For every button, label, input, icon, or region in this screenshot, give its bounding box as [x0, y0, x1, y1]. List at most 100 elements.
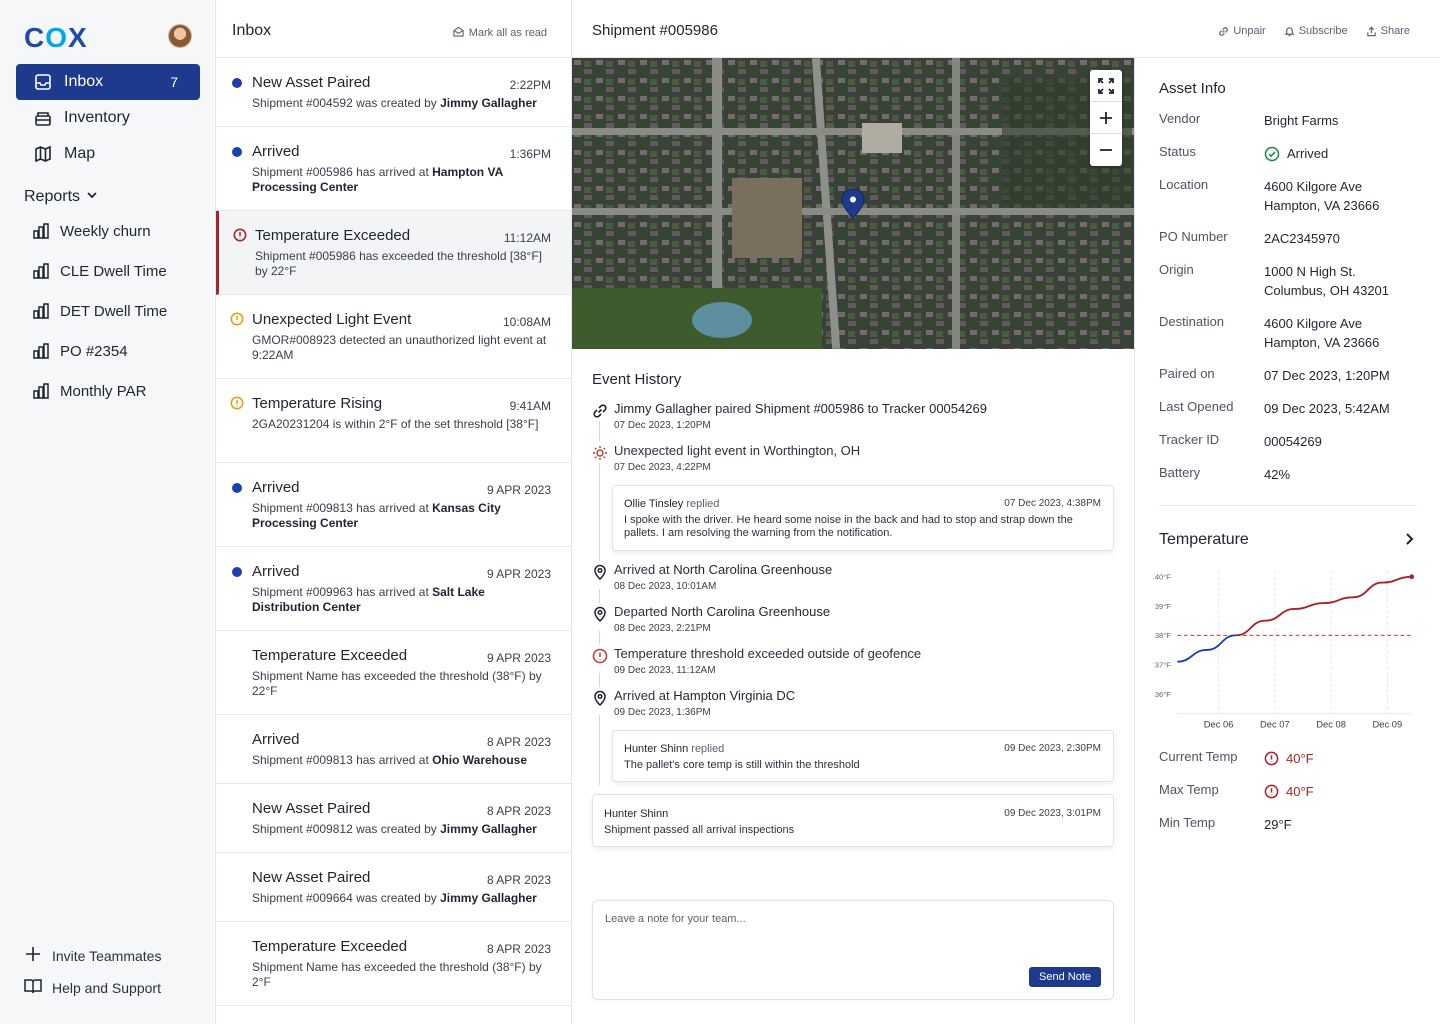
location-pin-icon [592, 690, 608, 707]
kv-key: Paired on [1159, 366, 1215, 381]
inbox-message[interactable]: Arrived 1:36PM Shipment #005986 has arrive… [216, 127, 571, 211]
inbox-message[interactable]: New Asset Paired 2:22PM Shipment #004592 w… [216, 58, 571, 127]
inbox-message[interactable]: Temperature Exceeded 11:12AM Shipment #005… [216, 211, 571, 295]
report-item-det-dwell[interactable]: DET Dwell Time [32, 302, 167, 320]
inbox-message[interactable]: New Asset Paired 8 APR 2023 Shipment #0096… [216, 853, 571, 922]
report-label: PO #2354 [60, 342, 128, 360]
message-title: Temperature Exceeded [252, 938, 408, 955]
message-text: Shipment Name has exceeded the threshold… [252, 960, 542, 989]
zoom-out-button[interactable] [1090, 134, 1122, 166]
nav-map[interactable]: Map [16, 136, 200, 172]
chevron-right-icon [1406, 533, 1414, 545]
help-support-link[interactable]: Help and Support [24, 977, 161, 998]
message-highlight: Ohio Warehouse [432, 753, 528, 767]
note-textarea[interactable]: Leave a note for your team... Send Note [592, 900, 1114, 1000]
zoom-in-button[interactable] [1090, 102, 1122, 134]
event-verb: paired [711, 401, 755, 416]
shipment-map[interactable] [572, 58, 1134, 349]
message-body: Shipment #009963 has arrived at Salt Lak… [252, 585, 553, 615]
package-icon [34, 109, 52, 127]
subscribe-button[interactable]: Subscribe [1284, 25, 1348, 37]
send-note-button[interactable]: Send Note [1029, 967, 1101, 987]
nav-inventory[interactable]: Inventory [16, 100, 200, 136]
kv-value: Bright Farms [1264, 113, 1339, 128]
inbox-title: Inbox [232, 22, 272, 39]
help-label: Help and Support [52, 979, 161, 996]
shipment-detail: Shipment #005986 Unpair Subscribe Share [572, 0, 1440, 1024]
kv-value-line2: Hampton, VA 23666 [1264, 335, 1380, 350]
inbox-message[interactable]: Arrived 8 APR 2023 Shipment #009813 has ar… [216, 715, 571, 784]
user-avatar[interactable] [168, 24, 192, 48]
event-shipment: Shipment #005986 [754, 401, 865, 416]
series-line-above-threshold [1235, 575, 1412, 637]
message-text: Shipment #005986 has arrived at [252, 165, 433, 179]
location-pin-icon [592, 564, 608, 581]
report-item-po-2354[interactable]: PO #2354 [32, 342, 128, 360]
message-title: New Asset Paired [252, 800, 371, 817]
nav-inbox[interactable]: Inbox 7 [16, 64, 200, 100]
alert-circle-icon [233, 228, 247, 242]
event-prefix: Arrived at [614, 562, 674, 577]
event-text: Temperature threshold exceeded outside o… [614, 646, 922, 661]
link-icon [1219, 26, 1229, 36]
kv-key: Origin [1159, 262, 1194, 277]
inbox-message[interactable]: Arrived 9 APR 2023 Shipment #009963 has ar… [216, 547, 571, 631]
report-item-cle-dwell[interactable]: CLE Dwell Time [32, 262, 167, 280]
inbox-message[interactable]: Unexpected Light Event 10:08AM GMOR#008923… [216, 295, 571, 379]
message-time: 11:12AM [503, 231, 551, 245]
inbox-message[interactable]: Temperature Exceeded 8 APR 2023 Shipment N… [216, 922, 571, 1006]
message-time: 8 APR 2023 [486, 735, 551, 749]
report-label: CLE Dwell Time [60, 262, 167, 280]
event-date: 09 Dec 2023, 1:36PM [614, 707, 711, 718]
kv-value-line2: Columbus, OH 43201 [1264, 283, 1390, 298]
kv-value: 4600 Kilgore Ave [1264, 179, 1363, 194]
alert-circle-icon [592, 648, 608, 664]
report-label: Weekly churn [60, 222, 151, 240]
kv-value: 2AC2345970 [1264, 231, 1340, 246]
event-date: 07 Dec 2023, 1:20PM [614, 420, 711, 431]
status-value: Arrived [1287, 146, 1329, 161]
envelope-open-icon [453, 26, 464, 40]
report-item-weekly-churn[interactable]: Weekly churn [32, 222, 151, 240]
unpair-button[interactable]: Unpair [1218, 25, 1266, 37]
message-text: Shipment #009813 has arrived at [252, 501, 433, 515]
message-time: 9 APR 2023 [486, 567, 551, 581]
event-date: 07 Dec 2023, 4:22PM [614, 462, 711, 473]
invite-teammates-link[interactable]: Invite Teammates [24, 945, 161, 966]
inbox-icon [34, 73, 52, 91]
unpair-label: Unpair [1233, 25, 1266, 37]
event-date: 09 Dec 2023, 11:12AM [614, 665, 716, 676]
message-time: 9:41AM [509, 399, 551, 413]
inbox-message[interactable]: New Asset Paired 8 APR 2023 Shipment #0098… [216, 784, 571, 853]
temperature-expand-button[interactable] [1402, 532, 1416, 549]
message-body: Shipment #009812 was created by Jimmy Ga… [252, 822, 553, 837]
unread-dot [232, 567, 242, 577]
message-body: Shipment #009813 has arrived at Ohio War… [252, 753, 553, 768]
message-highlight: Jimmy Gallagher [440, 822, 537, 836]
event-prefix: Departed [614, 604, 672, 619]
reply-card: Hunter Shinn replied 09 Dec 2023, 2:30PM… [612, 730, 1114, 782]
message-time: 8 APR 2023 [486, 942, 551, 956]
inbox-message[interactable]: Temperature Exceeded 9 APR 2023 Shipment N… [216, 631, 571, 715]
location-pin-icon[interactable] [839, 188, 867, 220]
bar-chart-icon [32, 342, 50, 360]
detail-header: Shipment #005986 Unpair Subscribe Share [572, 0, 1440, 58]
shipment-title: Shipment #005986 [592, 22, 718, 39]
cox-logo[interactable]: COX [24, 22, 88, 54]
bar-chart-icon [32, 382, 50, 400]
message-text: 2GA20231204 is within 2°F of the set thr… [252, 417, 539, 431]
reports-toggle[interactable]: Reports [24, 188, 98, 206]
fullscreen-button[interactable] [1090, 70, 1122, 102]
inbox-message[interactable]: Arrived 9 APR 2023 Shipment #009813 has ar… [216, 463, 571, 547]
inbox-message[interactable]: Temperature Rising 9:41AM 2GA20231204 is w… [216, 379, 571, 463]
message-body: Shipment #005986 has arrived at Hampton … [252, 165, 553, 195]
mark-all-read-button[interactable]: Mark all as read [453, 26, 547, 40]
note-card: Hunter Shinn 09 Dec 2023, 3:01PM Shipmen… [592, 794, 1114, 847]
map-icon [34, 145, 52, 163]
event-history: Event History Jimmy Gallagher paired Shi… [572, 349, 1134, 1024]
message-text: Shipment #005986 has exceeded the thresh… [255, 249, 542, 278]
share-button[interactable]: Share [1366, 25, 1410, 37]
report-item-monthly-par[interactable]: Monthly PAR [32, 382, 146, 400]
event-tracker: Tracker 00054269 [881, 401, 987, 416]
event-date: 08 Dec 2023, 2:21PM [614, 623, 711, 634]
